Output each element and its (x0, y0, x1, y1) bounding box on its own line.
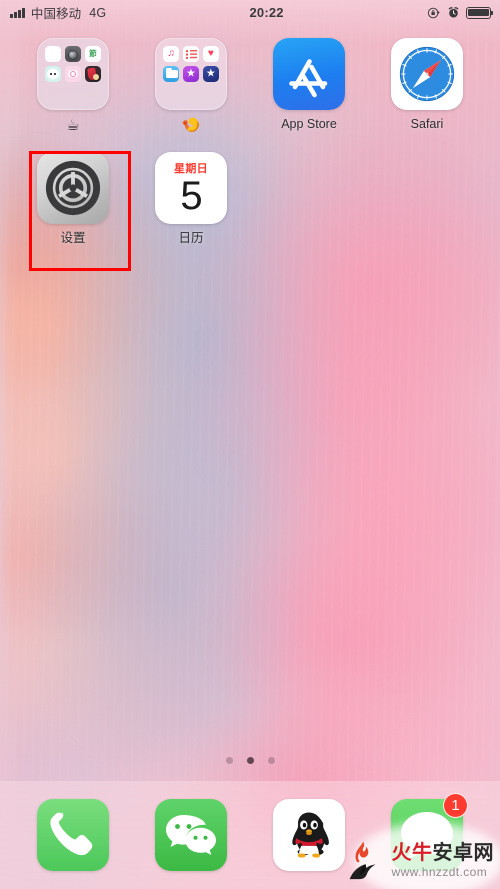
messages-badge: 1 (443, 793, 468, 818)
status-bar-right (427, 6, 494, 20)
face-app-icon (45, 65, 62, 83)
app-store-star-icon (202, 65, 219, 83)
alarm-clock-icon (448, 7, 459, 18)
dock-item-phone[interactable] (33, 799, 113, 871)
folder-1[interactable]: 節 ☕ (23, 38, 123, 135)
watermark-brand-dark: 安卓网 (432, 841, 494, 864)
photos-icon (45, 46, 62, 63)
safari[interactable]: Safari (377, 38, 477, 135)
rotation-lock-icon (427, 7, 440, 18)
carrier-name: 中国移动 (30, 7, 82, 21)
watermark-brand-red: 火牛 (391, 841, 433, 864)
qq-penguin-icon (292, 812, 329, 858)
safari-label: Safari (410, 117, 444, 131)
watermark-brand: 火牛安卓网 (392, 843, 495, 863)
settings[interactable]: 设置 (23, 152, 123, 246)
settings-gear-icon (45, 160, 101, 216)
phone-icon[interactable] (37, 799, 109, 871)
site-watermark: 火牛安卓网 www.hnzzdt.com (332, 823, 500, 889)
bull-logo-glyph-icon (349, 841, 376, 880)
calendar-label: 日历 (178, 231, 204, 245)
calendar[interactable]: 星期日 5 日历 (141, 152, 241, 246)
home-screen-grid: 節 ☕ 🍤 (0, 0, 500, 889)
camera-icon (64, 46, 82, 63)
status-bar: 中国移动 4G 20:22 (0, 0, 500, 25)
folder-1-label: ☕ (66, 117, 80, 134)
settings-label: 设置 (60, 231, 86, 245)
folder-2-icon[interactable] (155, 38, 227, 110)
music-icon (163, 46, 180, 63)
wechat-bubbles-icon (166, 815, 216, 855)
files-icon (163, 65, 180, 83)
page-dot-2-active[interactable] (246, 757, 254, 764)
app-store[interactable]: App Store (259, 38, 359, 135)
page-dot-3[interactable] (267, 757, 275, 764)
empty-slot-2 (377, 152, 477, 246)
dock-item-wechat[interactable] (151, 799, 231, 871)
status-bar-clock: 20:22 (249, 5, 284, 20)
safari-compass-icon (399, 46, 455, 102)
reminders-icon (182, 46, 200, 63)
signal-bars-icon (10, 7, 25, 18)
battery-full-icon (466, 6, 494, 19)
page-indicator-dots[interactable] (0, 757, 500, 764)
settings-icon[interactable] (37, 152, 109, 224)
phone-handset-icon (50, 811, 93, 856)
network-type: 4G (89, 5, 107, 20)
itunes-store-icon (182, 65, 200, 83)
calendar-day: 5 (180, 174, 202, 218)
health-icon (202, 46, 219, 63)
folder-2[interactable]: 🍤 (141, 38, 241, 135)
folder-2-label: 🍤 (181, 117, 201, 134)
pink-camera-icon (64, 65, 82, 83)
page-dot-1[interactable] (225, 757, 233, 764)
folder-1-icon[interactable]: 節 (37, 38, 109, 110)
empty-slot-1 (259, 152, 359, 246)
home-row-2: 设置 星期日 5 日历 (0, 152, 500, 246)
bull-logo-icon (342, 837, 388, 883)
app-store-glyph-icon (289, 59, 328, 98)
green-text-app-icon: 節 (84, 46, 101, 63)
wechat-icon[interactable] (155, 799, 227, 871)
red-character-app-icon (84, 65, 101, 83)
app-store-icon[interactable] (273, 38, 345, 110)
safari-icon[interactable] (391, 38, 463, 110)
home-row-1: 節 ☕ 🍤 (0, 38, 500, 135)
watermark-url: www.hnzzdt.com (391, 864, 488, 879)
status-bar-left: 中国移动 4G (10, 3, 106, 22)
watermark-text: 火牛安卓网 www.hnzzdt.com (392, 843, 495, 878)
app-store-label: App Store (281, 117, 337, 131)
calendar-icon[interactable]: 星期日 5 (155, 152, 227, 224)
